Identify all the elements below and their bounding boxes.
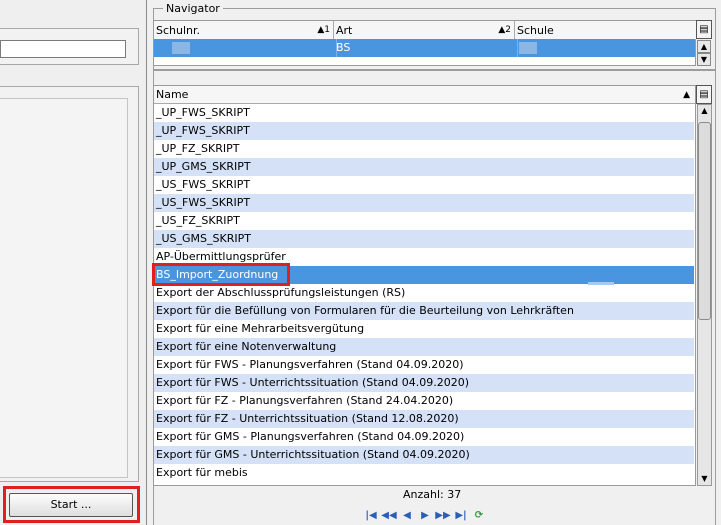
column-header-label: Schule	[517, 24, 554, 37]
start-button[interactable]: Start ...	[9, 493, 133, 517]
selection-marker	[588, 282, 614, 285]
sort-asc-icon: ▲1	[317, 25, 330, 35]
schulnr-cell	[154, 39, 337, 57]
list-item[interactable]: Export für mebis	[154, 464, 694, 482]
list-item[interactable]: Export für FZ - Planungsverfahren (Stand…	[154, 392, 694, 410]
scroll-down-icon[interactable]: ▼	[697, 53, 711, 66]
sort-asc-icon: ▲	[683, 90, 690, 100]
last-icon[interactable]: ▶|	[452, 509, 470, 523]
list-item[interactable]: Export für GMS - Unterrichtssituation (S…	[154, 446, 694, 464]
column-header-label: Art	[336, 24, 353, 37]
column-chooser-icon[interactable]: ▤	[696, 20, 712, 39]
list-item[interactable]: Export für die Befüllung von Formularen …	[154, 302, 694, 320]
column-header-label: Name	[156, 88, 189, 101]
list-rows: _UP_FWS_SKRIPT _UP_FWS_SKRIPT _UP_FZ_SKRIP…	[154, 104, 694, 485]
scroll-down-icon[interactable]: ▼	[697, 472, 712, 486]
column-header-schule[interactable]: Schule	[515, 21, 696, 40]
list-item[interactable]: _UP_FWS_SKRIPT	[154, 104, 694, 122]
redacted-value	[172, 42, 190, 54]
prev-icon[interactable]: ◀	[398, 509, 416, 523]
list-item[interactable]: _US_FWS_SKRIPT	[154, 194, 694, 212]
column-header-name[interactable]: Name ▲	[154, 86, 695, 104]
navigator-title: Navigator	[163, 2, 223, 15]
column-header-schulnr[interactable]: Schulnr. ▲1	[154, 21, 334, 40]
column-chooser-icon[interactable]: ▤	[696, 85, 712, 104]
list-item[interactable]: Export der Abschlussprüfungsleistungen (…	[154, 284, 694, 302]
redacted-value	[519, 42, 537, 54]
next-page-icon[interactable]: ▶▶	[434, 509, 452, 523]
refresh-icon[interactable]: ⟳	[470, 509, 488, 523]
next-icon[interactable]: ▶	[416, 509, 434, 523]
column-header-label: Schulnr.	[156, 24, 201, 37]
navigator-selected-row[interactable]: BS	[154, 39, 695, 57]
list-item[interactable]: _US_FZ_SKRIPT	[154, 212, 694, 230]
list-item[interactable]: _UP_GMS_SKRIPT	[154, 158, 694, 176]
prev-page-icon[interactable]: ◀◀	[380, 509, 398, 523]
list-item[interactable]: Export für FWS - Planungsverfahren (Stan…	[154, 356, 694, 374]
left-text-field[interactable]	[0, 40, 126, 58]
schule-cell	[515, 39, 696, 57]
list-item[interactable]: _US_GMS_SKRIPT	[154, 230, 694, 248]
selected-row-highlight	[152, 263, 290, 286]
scrollbar-thumb[interactable]	[698, 122, 711, 320]
scroll-up-icon[interactable]: ▲	[697, 104, 712, 118]
list-item[interactable]: Export für FWS - Unterrichtssituation (S…	[154, 374, 694, 392]
list-item[interactable]: _UP_FZ_SKRIPT	[154, 140, 694, 158]
column-header-art[interactable]: Art ▲2	[334, 21, 515, 40]
pager-toolbar: |◀ ◀◀ ◀ ▶ ▶▶ ▶| ⟳	[362, 508, 488, 524]
first-icon[interactable]: |◀	[362, 509, 380, 523]
record-count: Anzahl: 37	[403, 488, 462, 501]
art-cell: BS	[334, 39, 518, 57]
list-item[interactable]: Export für eine Mehrarbeitsvergütung	[154, 320, 694, 338]
left-inner-panel	[0, 98, 128, 478]
list-item[interactable]: Export für GMS - Planungsverfahren (Stan…	[154, 428, 694, 446]
list-item[interactable]: _US_FWS_SKRIPT	[154, 176, 694, 194]
list-item[interactable]: Export für eine Notenverwaltung	[154, 338, 694, 356]
scroll-up-icon[interactable]: ▲	[697, 40, 711, 53]
list-item[interactable]: _UP_FWS_SKRIPT	[154, 122, 694, 140]
list-item[interactable]: Export für FZ - Unterrichtssituation (St…	[154, 410, 694, 428]
sort-asc-icon: ▲2	[498, 25, 511, 35]
